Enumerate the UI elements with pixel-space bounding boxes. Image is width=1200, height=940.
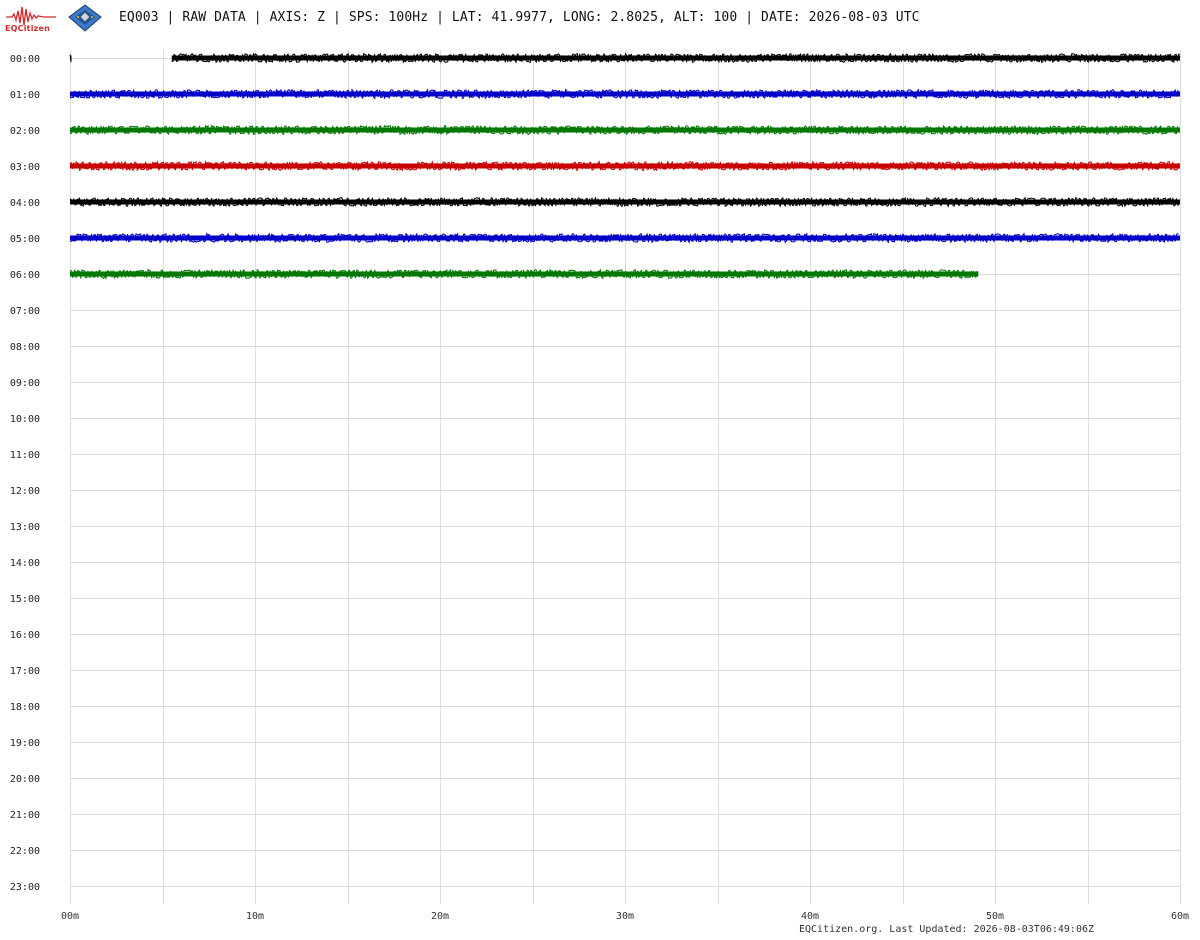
y-tick-label: 02:00 xyxy=(10,126,40,137)
y-tick-label: 13:00 xyxy=(10,522,40,533)
y-tick-label: 17:00 xyxy=(10,666,40,677)
x-tick-labels: 00m 10m 20m 30m 40m 50m 60m xyxy=(61,911,1189,922)
x-tick-label: 10m xyxy=(246,911,264,922)
x-tick-label: 20m xyxy=(431,911,449,922)
y-tick-labels: 00:00 01:00 02:00 03:00 04:00 05:00 06:00 07:00… xyxy=(10,54,40,893)
x-tick-label: 60m xyxy=(1171,911,1189,922)
y-tick-label: 23:00 xyxy=(10,882,40,893)
last-updated-footer: EQCitizen.org. Last Updated: 2026-08-03T… xyxy=(799,924,1095,935)
y-tick-label: 14:00 xyxy=(10,558,40,569)
y-tick-label: 18:00 xyxy=(10,702,40,713)
y-tick-label: 20:00 xyxy=(10,774,40,785)
sensor-chip-icon xyxy=(68,4,102,32)
y-tick-label: 22:00 xyxy=(10,846,40,857)
y-tick-label: 21:00 xyxy=(10,810,40,821)
y-tick-label: 19:00 xyxy=(10,738,40,749)
y-tick-label: 09:00 xyxy=(10,378,40,389)
header: EQCitizen EQ003 | RAW DATA | AXIS: Z | S… xyxy=(0,0,1200,36)
x-tick-label: 00m xyxy=(61,911,79,922)
y-tick-label: 00:00 xyxy=(10,54,40,65)
seismogram-plot: 00:00 01:00 02:00 03:00 04:00 05:00 06:00 07:00… xyxy=(10,50,1189,922)
x-tick-label: 40m xyxy=(801,911,819,922)
y-tick-label: 01:00 xyxy=(10,90,40,101)
x-tick-label: 50m xyxy=(986,911,1004,922)
y-tick-label: 11:00 xyxy=(10,450,40,461)
grid-lines xyxy=(70,50,1181,904)
y-tick-label: 15:00 xyxy=(10,594,40,605)
y-tick-label: 07:00 xyxy=(10,306,40,317)
chart-title: EQ003 | RAW DATA | AXIS: Z | SPS: 100Hz … xyxy=(119,10,920,25)
y-tick-label: 05:00 xyxy=(10,234,40,245)
y-tick-label: 10:00 xyxy=(10,414,40,425)
y-tick-label: 08:00 xyxy=(10,342,40,353)
y-tick-label: 04:00 xyxy=(10,198,40,209)
logo-text: EQCitizen xyxy=(5,24,51,33)
y-tick-label: 16:00 xyxy=(10,630,40,641)
y-tick-label: 06:00 xyxy=(10,270,40,281)
x-tick-label: 30m xyxy=(616,911,634,922)
y-tick-label: 12:00 xyxy=(10,486,40,497)
y-tick-label: 03:00 xyxy=(10,162,40,173)
